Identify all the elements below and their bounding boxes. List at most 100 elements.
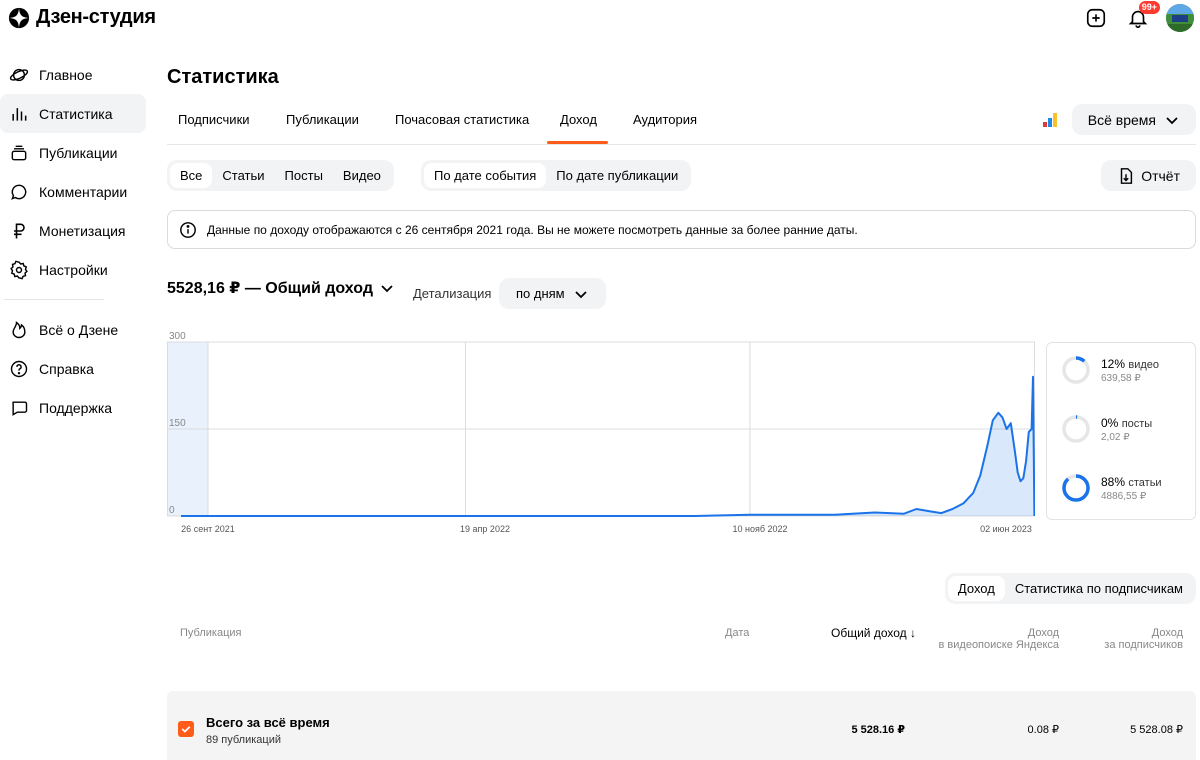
col-video-search[interactable]: Доход в видеопоиске Яндекса xyxy=(939,627,1059,651)
avatar-image xyxy=(1166,4,1194,32)
total-row-subtitle: 89 публикаций xyxy=(206,734,282,746)
sort-arrow-icon: ↓ xyxy=(909,626,916,640)
chevron-down-icon xyxy=(574,290,587,298)
income-chart: 300 150 0 26 сент 2021 19 апр 2022 10 нояб 2… xyxy=(167,325,1035,545)
table-tab-subscribers[interactable]: Статистика по подписчикам xyxy=(1005,576,1193,601)
tab-audience[interactable]: Аудитория xyxy=(633,112,697,127)
sidebar-item-label: Главное xyxy=(39,66,93,83)
report-button[interactable]: Отчёт xyxy=(1101,160,1196,191)
total-row-income: 5 528.16 ₽ xyxy=(851,724,905,736)
app-logo[interactable]: Дзен-студия xyxy=(8,6,156,29)
col-subscribers-line1: Доход xyxy=(1151,627,1183,639)
donut-label: статьи xyxy=(1128,476,1162,489)
filter-video[interactable]: Видео xyxy=(333,163,391,188)
chevron-down-icon xyxy=(1166,116,1178,124)
sidebar-item-support[interactable]: Поддержка xyxy=(0,388,146,427)
sidebar-item-label: Публикации xyxy=(39,144,118,161)
detail-label: Детализация xyxy=(413,286,492,301)
app-title: Дзен-студия xyxy=(36,6,156,28)
sidebar-item-publications[interactable]: Публикации xyxy=(0,133,146,172)
donut-label: видео xyxy=(1128,358,1160,371)
x-tick-label: 10 нояб 2022 xyxy=(732,524,788,534)
comment-icon xyxy=(11,184,27,200)
x-tick-label: 26 сент 2021 xyxy=(181,524,235,534)
series-line xyxy=(181,375,1035,517)
income-summary-dropdown[interactable]: 5528,16 ₽ — Общий доход xyxy=(167,278,395,298)
period-dropdown[interactable]: Всё время xyxy=(1071,104,1196,135)
table-mode-tabs: Доход Статистика по подписчикам xyxy=(944,573,1196,604)
flame-icon xyxy=(12,320,26,338)
sidebar-item-statistics[interactable]: Статистика xyxy=(0,94,146,133)
avatar[interactable] xyxy=(1166,4,1194,32)
document-download-icon xyxy=(1120,167,1133,184)
table-tab-income[interactable]: Доход xyxy=(947,576,1005,601)
planet-icon xyxy=(9,68,29,81)
donut-item: 0% посты 2,02 ₽ xyxy=(1061,414,1152,444)
col-total-income[interactable]: Общий доход ↓ xyxy=(831,626,916,640)
ruble-icon xyxy=(14,223,25,238)
notification-badge: 99+ xyxy=(1138,1,1160,14)
tab-hourly[interactable]: Почасовая статистика xyxy=(395,112,529,127)
question-icon xyxy=(10,360,28,377)
sidebar-item-about-zen[interactable]: Всё о Дзене xyxy=(0,310,146,349)
donut-amount: 4886,55 ₽ xyxy=(1101,490,1147,502)
sidebar-divider xyxy=(4,299,104,300)
donut-chart-icon xyxy=(1062,474,1090,502)
chat-icon xyxy=(12,400,28,416)
date-mode-filter: По дате события По дате публикации xyxy=(421,160,692,191)
filter-articles[interactable]: Статьи xyxy=(212,163,274,188)
sidebar-item-label: Поддержка xyxy=(39,399,113,416)
col-publication[interactable]: Публикация xyxy=(180,627,241,639)
col-video-search-line2: в видеопоиске Яндекса xyxy=(938,639,1059,651)
create-button[interactable] xyxy=(1082,4,1110,32)
total-row-video-search: 0.08 ₽ xyxy=(1027,724,1059,736)
detail-dropdown[interactable]: по дням xyxy=(499,278,606,309)
bar-chart-icon xyxy=(12,107,27,121)
page-title: Статистика xyxy=(167,66,279,88)
y-tick-label: 150 xyxy=(169,418,186,429)
total-row-title: Всего за всё время xyxy=(206,715,330,730)
tab-publications[interactable]: Публикации xyxy=(286,112,359,127)
filter-all[interactable]: Все xyxy=(170,163,213,188)
donut-item: 88% статьи 4886,55 ₽ xyxy=(1061,473,1162,503)
donut-item: 12% видео 639,58 ₽ xyxy=(1061,355,1159,385)
tab-subscribers[interactable]: Подписчики xyxy=(178,112,250,127)
info-banner: Данные по доходу отображаются с 26 сентя… xyxy=(167,210,1196,249)
donut-chart-icon xyxy=(1062,415,1090,443)
donut-percent: 88% xyxy=(1101,474,1126,489)
tab-income[interactable]: Доход xyxy=(547,112,608,144)
sidebar-item-main[interactable]: Главное xyxy=(0,55,146,94)
donut-amount: 639,58 ₽ xyxy=(1101,372,1141,384)
info-text: Данные по доходу отображаются с 26 сентя… xyxy=(207,222,858,237)
zen-logo-icon xyxy=(8,7,30,28)
col-subscribers-line2: за подписчиков xyxy=(1104,639,1183,651)
table-row-total[interactable]: Всего за всё время 89 публикаций 5 528.1… xyxy=(167,691,1196,760)
sidebar-item-settings[interactable]: Настройки xyxy=(0,250,146,289)
gear-icon xyxy=(10,259,28,280)
filter-by-event-date[interactable]: По дате события xyxy=(424,163,547,188)
col-date[interactable]: Дата xyxy=(725,627,749,639)
col-subscribers[interactable]: Доход за подписчиков xyxy=(1104,627,1183,651)
sidebar-item-label: Монетизация xyxy=(39,222,126,239)
notifications-button[interactable]: 99+ xyxy=(1124,1,1160,32)
x-tick-label: 19 апр 2022 xyxy=(460,524,510,534)
report-label: Отчёт xyxy=(1141,167,1180,184)
period-label: Всё время xyxy=(1087,111,1156,128)
sidebar-item-comments[interactable]: Комментарии xyxy=(0,172,146,211)
yandex-metrica-icon[interactable] xyxy=(1042,112,1058,128)
sidebar-item-label: Настройки xyxy=(39,261,108,278)
sidebar-item-help[interactable]: Справка xyxy=(0,349,146,388)
sidebar-item-label: Статистика xyxy=(39,105,113,122)
income-breakdown: 12% видео 639,58 ₽ 0% посты 2,02 ₽ 88% стать… xyxy=(1046,342,1196,520)
donut-chart-icon xyxy=(1062,356,1090,384)
sidebar-item-monetization[interactable]: Монетизация xyxy=(0,211,146,250)
filter-posts[interactable]: Посты xyxy=(275,163,333,188)
sidebar-item-label: Всё о Дзене xyxy=(39,321,119,338)
y-tick-label: 0 xyxy=(169,505,175,516)
total-checkbox[interactable] xyxy=(178,721,194,737)
stack-icon xyxy=(11,145,27,160)
total-row-subscribers: 5 528.08 ₽ xyxy=(1130,724,1183,736)
filter-by-publication-date[interactable]: По дате публикации xyxy=(546,163,688,188)
y-tick-label: 300 xyxy=(169,331,186,342)
plus-square-icon xyxy=(1086,8,1106,28)
